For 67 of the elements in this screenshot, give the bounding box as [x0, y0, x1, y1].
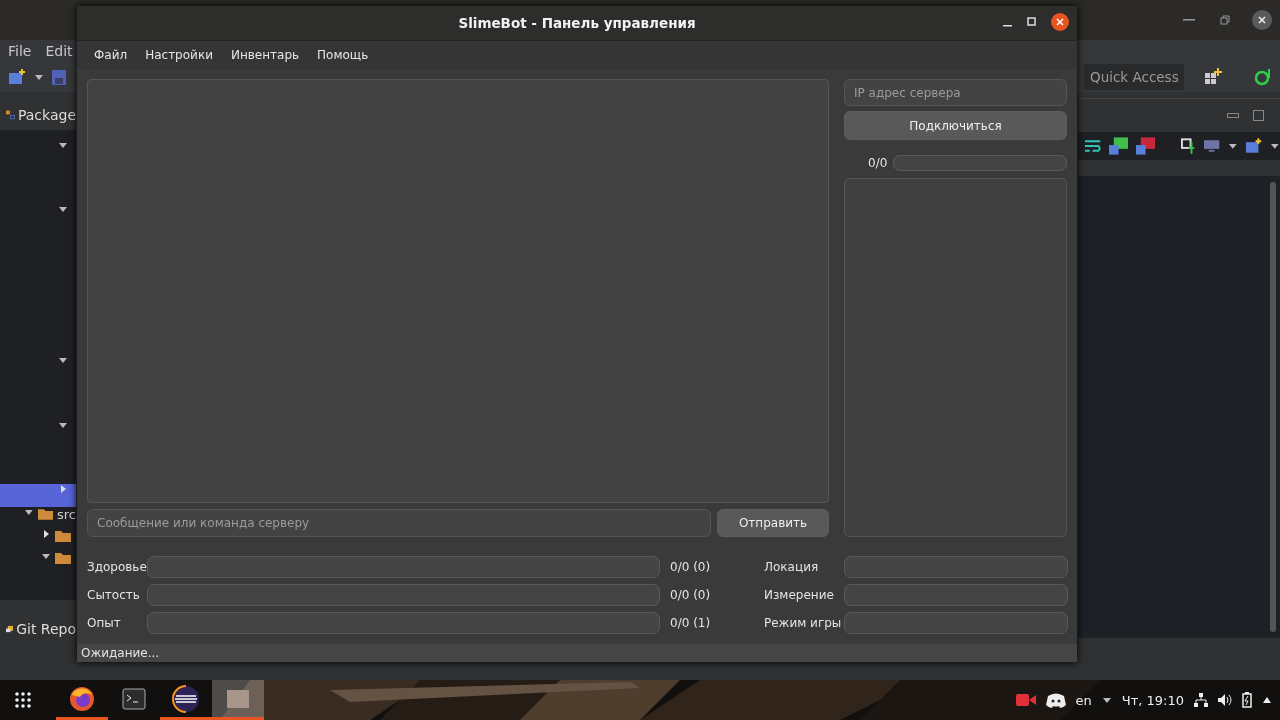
battery-icon[interactable]	[1242, 692, 1252, 708]
expand-caret-icon[interactable]	[58, 355, 68, 365]
scrollbar[interactable]	[1270, 182, 1276, 632]
perspective-icon[interactable]	[1204, 68, 1222, 86]
menu-item[interactable]: Файл	[85, 48, 137, 62]
info-label: Режим игры	[764, 616, 843, 630]
eclipse-icon[interactable]	[172, 684, 200, 713]
caret-up-icon[interactable]	[1262, 696, 1272, 704]
dropdown-caret-icon[interactable]	[1227, 141, 1238, 151]
dropdown-caret-icon[interactable]	[1101, 695, 1112, 705]
clock[interactable]: Чт, 19:10	[1121, 692, 1184, 708]
menu-item[interactable]: Помощь	[308, 48, 378, 62]
close-icon	[1258, 16, 1266, 24]
expand-caret-icon[interactable]	[58, 420, 68, 430]
progress-text: 0/0	[868, 156, 888, 170]
monitor-icon[interactable]	[1204, 139, 1220, 153]
menu-item[interactable]: Edit	[45, 43, 73, 59]
new-window-icon[interactable]	[8, 69, 26, 85]
git-perspective-icon[interactable]	[1254, 68, 1272, 86]
dropdown-caret-icon[interactable]	[1270, 141, 1280, 151]
tree-label: src	[57, 507, 76, 522]
info-label: Локация	[764, 560, 820, 574]
stat-reading: 0/0 (0)	[669, 560, 712, 574]
expand-caret-icon[interactable]	[58, 140, 68, 150]
close-icon	[1056, 18, 1064, 26]
close-button[interactable]	[1051, 13, 1069, 31]
stat-label: Опыт	[87, 616, 122, 630]
window-title: SlimeBot - Панель управления	[458, 15, 696, 31]
pin-icon[interactable]	[1181, 138, 1197, 154]
word-wrap-icon[interactable]	[1084, 139, 1102, 153]
stat-label: Сытость	[87, 588, 141, 602]
console-icon[interactable]	[1109, 137, 1129, 155]
server-address-field[interactable]: IP адрес сервера	[844, 79, 1067, 106]
info-label: Измерение	[764, 588, 835, 602]
panel-title: Package	[17, 107, 76, 123]
terminal-icon[interactable]	[122, 687, 146, 710]
package-explorer-icon	[6, 108, 15, 122]
expand-caret-icon[interactable]	[41, 551, 51, 561]
keyboard-language[interactable]: en	[1075, 692, 1092, 708]
collapse-caret-icon[interactable]	[41, 529, 51, 539]
panel-title: Git Repo	[16, 621, 76, 637]
menu-item[interactable]: Настройки	[136, 48, 222, 62]
stat-reading: 0/0 (0)	[669, 588, 712, 602]
tree-row[interactable]: src	[0, 507, 76, 529]
folder-icon	[55, 551, 71, 564]
status-text: Ожидание...	[81, 646, 160, 660]
discord-icon[interactable]	[1045, 692, 1066, 708]
menu-item[interactable]: File	[8, 43, 32, 59]
maximize-icon[interactable]	[1253, 110, 1264, 121]
firefox-icon[interactable]	[69, 685, 95, 712]
volume-icon[interactable]	[1218, 693, 1232, 707]
expand-caret-icon[interactable]	[58, 204, 68, 214]
message-field[interactable]: Сообщение или команда серверу	[87, 509, 711, 537]
quick-access-field[interactable]: Quick Access	[1084, 64, 1184, 90]
console-icon[interactable]	[1136, 137, 1156, 155]
send-button[interactable]: Отправить	[717, 509, 829, 537]
camera-icon[interactable]	[1015, 693, 1036, 707]
folder-icon	[55, 529, 71, 542]
new-window-icon[interactable]	[1245, 138, 1263, 154]
stat-label: Здоровье	[87, 560, 147, 574]
app-grid-icon[interactable]	[14, 691, 32, 709]
menu-item[interactable]: Инвентарь	[221, 48, 309, 62]
close-button[interactable]	[1252, 10, 1272, 30]
network-icon[interactable]	[1194, 693, 1208, 707]
connect-button[interactable]: Подключиться	[844, 111, 1067, 140]
stat-reading: 0/0 (1)	[669, 616, 712, 630]
dropdown-caret-icon[interactable]	[34, 72, 44, 82]
